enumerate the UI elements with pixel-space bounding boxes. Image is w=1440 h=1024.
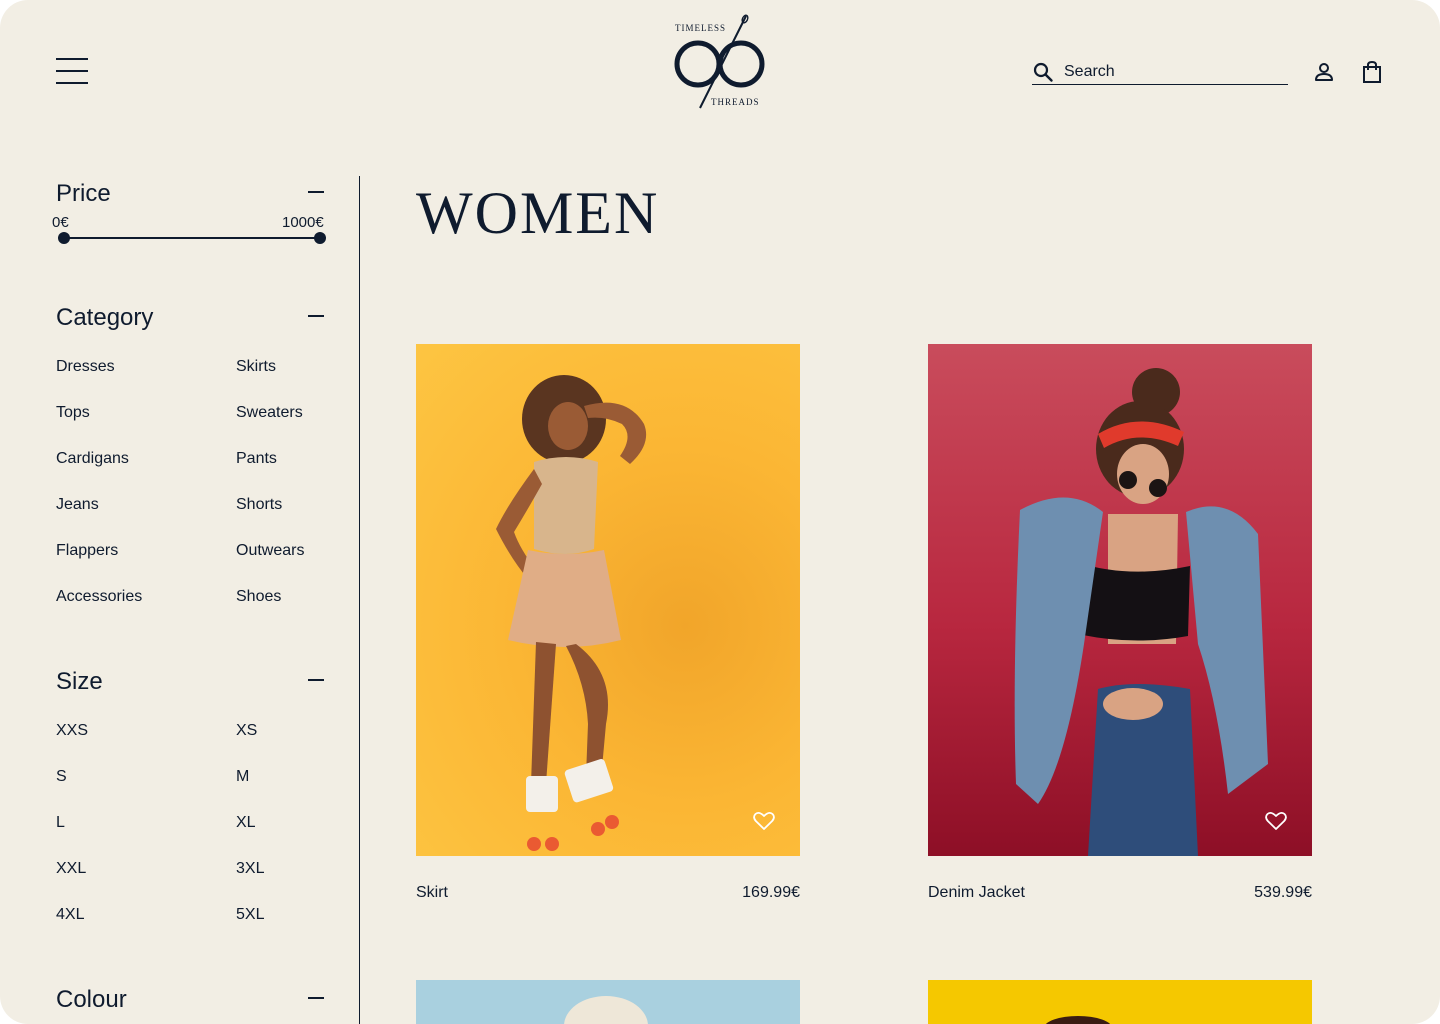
category-option[interactable]: Shorts — [236, 496, 282, 514]
product-price: 169.99€ — [742, 884, 800, 901]
product-card[interactable]: Skirt 169.99€ — [416, 344, 800, 914]
size-option[interactable]: 5XL — [236, 906, 264, 924]
size-collapse-icon[interactable] — [308, 679, 324, 681]
shopping-bag-icon[interactable] — [1361, 60, 1383, 84]
size-option[interactable]: 3XL — [236, 860, 264, 878]
size-option[interactable]: XXS — [56, 722, 88, 740]
price-slider-max-handle[interactable] — [314, 232, 326, 244]
heart-icon[interactable] — [1265, 811, 1287, 831]
category-option[interactable]: Shoes — [236, 588, 281, 606]
size-option[interactable]: XXL — [56, 860, 86, 878]
search-bar[interactable] — [1032, 60, 1288, 85]
category-option[interactable]: Outwears — [236, 542, 304, 560]
size-option[interactable]: XS — [236, 722, 257, 740]
colour-filter-title[interactable]: Colour — [56, 986, 127, 1014]
price-collapse-icon[interactable] — [308, 191, 324, 193]
category-option[interactable]: Tops — [56, 404, 90, 422]
product-name[interactable]: Skirt — [416, 884, 448, 902]
hamburger-menu-icon[interactable] — [56, 58, 88, 84]
product-image[interactable] — [416, 980, 800, 1024]
size-option[interactable]: 4XL — [56, 906, 84, 924]
sidebar-divider — [359, 176, 360, 1024]
category-option[interactable]: Jeans — [56, 496, 99, 514]
product-price: 539.99€ — [1254, 884, 1312, 901]
search-icon[interactable] — [1032, 61, 1054, 83]
size-option[interactable]: L — [56, 814, 65, 832]
price-min-label: 0€ — [52, 214, 69, 231]
user-icon[interactable] — [1313, 61, 1335, 83]
category-filter-title[interactable]: Category — [56, 304, 153, 332]
heart-icon[interactable] — [753, 811, 775, 831]
size-option[interactable]: M — [236, 768, 249, 786]
price-slider-min-handle[interactable] — [58, 232, 70, 244]
search-input[interactable] — [1064, 62, 1284, 82]
page-title: WOMEN — [416, 180, 660, 246]
colour-collapse-icon[interactable] — [308, 997, 324, 999]
category-option[interactable]: Cardigans — [56, 450, 129, 468]
model-photo — [564, 996, 648, 1024]
model-photo — [1014, 368, 1268, 856]
product-image[interactable] — [416, 344, 800, 856]
product-card[interactable]: Denim Jacket 539.99€ — [928, 344, 1312, 914]
logo-text-bottom: THREADS — [711, 97, 760, 107]
price-slider-track[interactable] — [64, 237, 320, 239]
product-name[interactable]: Denim Jacket — [928, 884, 1025, 902]
logo-text-top: TIMELESS — [675, 23, 727, 33]
model-photo — [496, 375, 647, 851]
model-photo — [1045, 1016, 1111, 1024]
category-option[interactable]: Dresses — [56, 358, 115, 376]
page-frame: TIMELESS THREADS Price 0€ 1000€ Category… — [0, 0, 1440, 1024]
category-option[interactable]: Flappers — [56, 542, 118, 560]
category-option[interactable]: Pants — [236, 450, 277, 468]
size-option[interactable]: XL — [236, 814, 256, 832]
price-max-label: 1000€ — [282, 214, 324, 231]
size-option[interactable]: S — [56, 768, 67, 786]
category-option[interactable]: Skirts — [236, 358, 276, 376]
product-image[interactable] — [928, 344, 1312, 856]
price-filter-title[interactable]: Price — [56, 180, 111, 208]
category-option[interactable]: Sweaters — [236, 404, 303, 422]
category-collapse-icon[interactable] — [308, 315, 324, 317]
product-image[interactable] — [928, 980, 1312, 1024]
size-filter-title[interactable]: Size — [56, 668, 103, 696]
brand-logo[interactable]: TIMELESS THREADS — [670, 12, 770, 112]
category-option[interactable]: Accessories — [56, 588, 142, 606]
